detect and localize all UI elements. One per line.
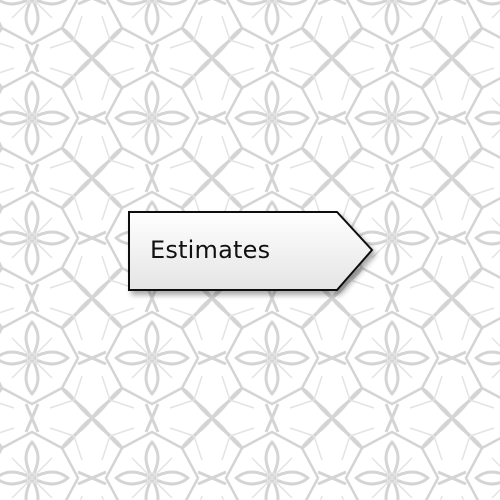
- tag-label: Estimates: [150, 236, 271, 264]
- estimates-tag[interactable]: Estimates: [127, 210, 376, 294]
- canvas: Estimates: [0, 0, 500, 500]
